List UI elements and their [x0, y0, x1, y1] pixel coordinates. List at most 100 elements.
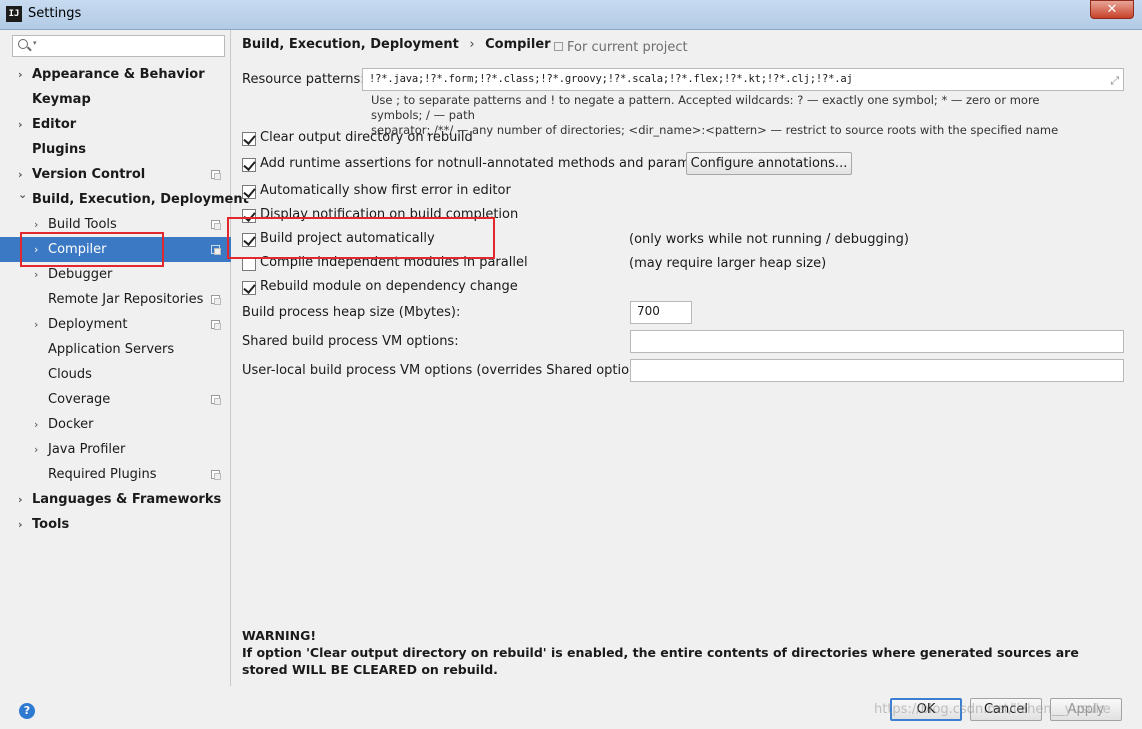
sidebar-item-remote-jar-repositories[interactable]: Remote Jar Repositories [0, 287, 231, 312]
checkbox-label[interactable]: Compile independent modules in parallel [260, 255, 528, 270]
sidebar-item-label: Languages & Frameworks [32, 492, 222, 507]
sidebar-item-label: Version Control [32, 167, 146, 182]
project-scope-icon [211, 295, 221, 305]
sidebar-item-debugger[interactable]: › Debugger [0, 262, 231, 287]
heap-size-value: 700 [637, 304, 660, 318]
sidebar-item-clouds[interactable]: Clouds [0, 362, 231, 387]
project-scope-icon [211, 395, 221, 405]
warning-title: WARNING! [242, 628, 317, 643]
checkbox-checked-icon[interactable] [242, 233, 256, 247]
sidebar-item-label: Debugger [48, 267, 113, 282]
breadcrumb-separator: › [469, 37, 475, 52]
sidebar-item-docker[interactable]: › Docker [0, 412, 231, 437]
expand-arrow-icon[interactable]: › [18, 112, 23, 137]
warning-text: If option 'Clear output directory on reb… [242, 645, 1079, 677]
sidebar-item-application-servers[interactable]: Application Servers [0, 337, 231, 362]
project-scope-icon [554, 42, 563, 51]
sidebar-item-label: Deployment [48, 317, 128, 332]
settings-sidebar: ▾ › Appearance & Behavior Keymap › Editor Plu… [0, 30, 249, 686]
configure-annotations-button[interactable]: Configure annotations... [686, 152, 852, 175]
expand-arrow-icon[interactable]: › [18, 512, 23, 537]
heap-size-label: Build process heap size (Mbytes): [242, 305, 461, 320]
sidebar-item-tools[interactable]: › Tools [0, 512, 231, 537]
sidebar-item-languages-frameworks[interactable]: › Languages & Frameworks [0, 487, 231, 512]
sidebar-item-build-tools[interactable]: › Build Tools [0, 212, 231, 237]
checkbox-checked-icon[interactable] [242, 132, 256, 146]
sidebar-item-required-plugins[interactable]: Required Plugins [0, 462, 231, 487]
checkbox-label[interactable]: Clear output directory on rebuild [260, 130, 473, 145]
for-current-project-label: For current project [567, 40, 688, 55]
heap-size-input[interactable]: 700 [630, 301, 692, 324]
sidebar-item-label: Build Tools [48, 217, 117, 232]
sidebar-item-plugins[interactable]: Plugins [0, 137, 231, 162]
checkbox-label[interactable]: Display notification on build completion [260, 207, 518, 222]
checkbox-unchecked-icon[interactable] [242, 257, 256, 271]
settings-search-input[interactable] [43, 38, 221, 54]
resource-patterns-field[interactable]: !?*.java;!?*.form;!?*.class;!?*.groovy;!… [362, 68, 1124, 91]
sidebar-item-appearance-behavior[interactable]: › Appearance & Behavior [0, 62, 231, 87]
expand-arrow-icon[interactable]: › [34, 262, 38, 287]
breadcrumb-parent[interactable]: Build, Execution, Deployment [242, 37, 459, 52]
watermark: https://blog.csdn.net/lizhen__yusuke [874, 702, 1111, 717]
checkbox-label[interactable]: Build project automatically [260, 231, 435, 246]
checkbox-note: (may require larger heap size) [629, 256, 827, 271]
sidebar-item-build-execution-deployment[interactable]: ⌄ Build, Execution, Deployment [0, 187, 249, 212]
sidebar-item-label: Plugins [32, 142, 86, 157]
sidebar-item-label: Appearance & Behavior [32, 67, 205, 82]
expand-field-icon[interactable]: ⤢ [1110, 72, 1119, 89]
expand-arrow-icon[interactable]: › [34, 312, 38, 337]
project-scope-icon [211, 470, 221, 480]
checkbox-label[interactable]: Rebuild module on dependency change [260, 279, 518, 294]
expand-arrow-icon[interactable]: › [18, 487, 23, 512]
search-icon [18, 39, 28, 49]
sidebar-item-version-control[interactable]: › Version Control [0, 162, 231, 187]
dialog-footer: ? OK Cancel Apply https://blog.csdn.net/… [0, 686, 1142, 729]
project-scope-icon [211, 220, 221, 230]
help-icon[interactable]: ? [19, 703, 35, 719]
checkbox-checked-icon[interactable] [242, 209, 256, 223]
sidebar-item-label: Coverage [48, 392, 111, 407]
project-scope-icon [211, 320, 221, 330]
hint-line-2: separator; /**/ — any number of director… [371, 123, 1059, 137]
sidebar-item-label: Editor [32, 117, 77, 132]
sidebar-item-deployment[interactable]: › Deployment [0, 312, 231, 337]
intellij-app-icon: IJ [6, 6, 22, 22]
search-dropdown-caret-icon[interactable]: ▾ [33, 39, 37, 47]
expand-arrow-icon[interactable]: › [34, 412, 38, 437]
window-title: Settings [28, 6, 82, 21]
for-current-project-indicator: For current project [554, 40, 688, 55]
user-vm-options-input[interactable] [630, 359, 1124, 382]
sidebar-item-label: Remote Jar Repositories [48, 292, 204, 307]
sidebar-item-label: Clouds [48, 367, 92, 382]
checkbox-checked-icon[interactable] [242, 281, 256, 295]
expand-arrow-icon[interactable]: › [34, 437, 38, 462]
expand-arrow-icon[interactable]: › [18, 62, 23, 87]
sidebar-item-label: Application Servers [48, 342, 175, 357]
hint-line-1: Use ; to separate patterns and ! to nega… [371, 93, 1040, 122]
window-close-button[interactable]: ✕ [1090, 0, 1134, 19]
sidebar-item-keymap[interactable]: Keymap [0, 87, 231, 112]
shared-vm-options-input[interactable] [630, 330, 1124, 353]
sidebar-item-label: Java Profiler [48, 442, 126, 457]
collapse-arrow-icon[interactable]: ⌄ [18, 182, 27, 207]
title-bar: IJ Settings ✕ [0, 0, 1142, 30]
checkbox-checked-icon[interactable] [242, 185, 256, 199]
breadcrumb-current: Compiler [485, 37, 551, 52]
sidebar-item-java-profiler[interactable]: › Java Profiler [0, 437, 231, 462]
checkbox-note: (only works while not running / debuggin… [629, 232, 909, 247]
sidebar-item-label: Tools [32, 517, 70, 532]
checkbox-label[interactable]: Add runtime assertions for notnull-annot… [260, 156, 723, 171]
expand-arrow-icon[interactable]: › [34, 212, 38, 237]
checkbox-label[interactable]: Automatically show first error in editor [260, 183, 511, 198]
checkbox-checked-icon[interactable] [242, 158, 256, 172]
sidebar-item-label: Docker [48, 417, 94, 432]
settings-search[interactable]: ▾ [12, 35, 225, 57]
sidebar-item-coverage[interactable]: Coverage [0, 387, 231, 412]
dialog-client: ▾ › Appearance & Behavior Keymap › Editor Plu… [0, 30, 1142, 729]
resource-patterns-value: !?*.java;!?*.form;!?*.class;!?*.groovy;!… [369, 73, 853, 85]
sidebar-item-label: Keymap [32, 92, 91, 107]
expand-arrow-icon[interactable]: › [34, 237, 38, 262]
sidebar-item-editor[interactable]: › Editor [0, 112, 231, 137]
sidebar-item-compiler[interactable]: › Compiler [0, 237, 231, 262]
resource-patterns-hint: Use ; to separate patterns and ! to nega… [371, 93, 1091, 138]
